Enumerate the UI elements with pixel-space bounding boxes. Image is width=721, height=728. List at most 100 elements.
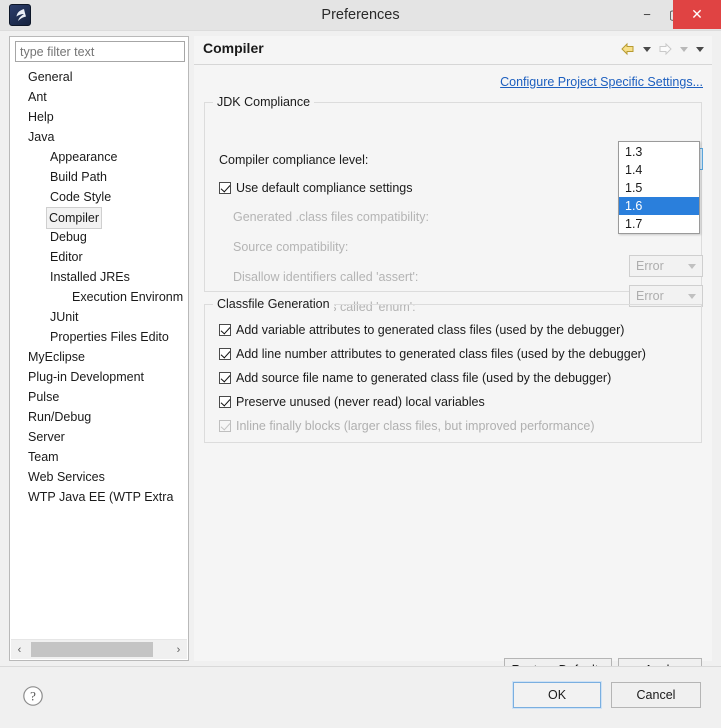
scroll-left-icon[interactable]: ‹ xyxy=(11,640,28,659)
search-input[interactable] xyxy=(15,41,185,62)
sidebar-item-code-style[interactable]: Code Style xyxy=(11,187,187,207)
help-question-icon[interactable]: ? xyxy=(22,685,44,707)
sidebar-item-label: MyEclipse xyxy=(28,350,85,364)
sidebar-item-web-services[interactable]: Web Services xyxy=(11,467,187,487)
checkbox-box xyxy=(219,182,231,194)
checkbox-label: Add source file name to generated class … xyxy=(236,371,612,385)
sidebar-item-team[interactable]: Team xyxy=(11,447,187,467)
sidebar-item-label: Plug-in Development xyxy=(28,370,145,384)
sidebar-item-label: Installed JREs xyxy=(50,270,130,284)
ok-button[interactable]: OK xyxy=(512,681,602,709)
sidebar-item-properties-files-edito[interactable]: Properties Files Edito xyxy=(11,327,187,347)
scroll-right-icon[interactable]: › xyxy=(170,640,187,659)
configure-project-specific-settings-link[interactable]: Configure Project Specific Settings... xyxy=(500,75,703,89)
dialog-footer: ? OK Cancel xyxy=(0,666,721,728)
sidebar-item-label: WTP Java EE (WTP Extra xyxy=(28,490,174,504)
group-legend: JDK Compliance xyxy=(213,95,315,109)
sidebar-item-label: Web Services xyxy=(28,470,105,484)
sidebar-item-help[interactable]: Help xyxy=(11,107,187,127)
page-header: Compiler xyxy=(194,36,712,65)
disallow-assert-combo: Error xyxy=(629,255,703,277)
sidebar-item-general[interactable]: General xyxy=(11,67,187,87)
sidebar-item-label: Code Style xyxy=(50,190,112,204)
sidebar-item-plug-in-development[interactable]: Plug-in Development xyxy=(11,367,187,387)
use-default-compliance-settings-checkbox[interactable]: Use default compliance settings xyxy=(219,181,412,195)
dropdown-option[interactable]: 1.3 xyxy=(619,143,699,161)
checkbox-box xyxy=(219,420,231,432)
sidebar-item-label: Properties Files Edito xyxy=(50,330,169,344)
sidebar-item-label: Appearance xyxy=(50,150,118,164)
sidebar-item-debug[interactable]: Debug xyxy=(11,227,187,247)
checkbox-label: Use default compliance settings xyxy=(236,181,413,195)
sidebar-item-appearance[interactable]: Appearance xyxy=(11,147,187,167)
classfile-option-checkbox[interactable]: Add source file name to generated class … xyxy=(219,371,611,385)
classfile-option-checkbox[interactable]: Add variable attributes to generated cla… xyxy=(219,323,624,337)
sidebar-item-label: Build Path xyxy=(50,170,107,184)
preferences-tree[interactable]: General Ant Help Java Appearance Build Path Co… xyxy=(11,67,187,639)
sidebar-item-myeclipse[interactable]: MyEclipse xyxy=(11,347,187,367)
disallow-assert-value: Error xyxy=(636,259,664,273)
back-history-dropdown[interactable] xyxy=(640,41,653,58)
sidebar-item-label: Team xyxy=(28,450,59,464)
close-button[interactable]: ✕ xyxy=(673,0,721,29)
forward-history-dropdown[interactable] xyxy=(677,41,690,58)
chevron-down-icon xyxy=(679,47,688,52)
view-menu-button[interactable] xyxy=(693,41,706,58)
title-bar: Preferences − ▢ ✕ xyxy=(0,0,721,31)
chevron-down-icon xyxy=(642,47,651,52)
svg-text:?: ? xyxy=(30,689,36,704)
sidebar-item-label: Help xyxy=(28,110,54,124)
dropdown-option[interactable]: 1.5 xyxy=(619,179,699,197)
checkbox-box xyxy=(219,348,231,360)
disallow-enum-value: Error xyxy=(636,289,664,303)
compliance-level-dropdown-list[interactable]: 1.3 1.4 1.5 1.6 1.7 xyxy=(618,141,700,234)
tree-horizontal-scrollbar[interactable]: ‹ › xyxy=(11,639,187,659)
close-icon: ✕ xyxy=(691,6,703,22)
sidebar-item-label: Compiler xyxy=(46,207,103,229)
checkbox-box xyxy=(219,396,231,408)
sidebar-item-build-path[interactable]: Build Path xyxy=(11,167,187,187)
sidebar-item-label: Debug xyxy=(50,230,87,244)
sidebar-item-label: Execution Environm xyxy=(72,290,184,304)
sidebar-item-ant[interactable]: Ant xyxy=(11,87,187,107)
chevron-down-icon xyxy=(688,294,696,299)
preferences-tree-panel: General Ant Help Java Appearance Build Path Co… xyxy=(9,36,189,661)
source-compatibility-label: Source compatibility: xyxy=(233,240,349,254)
sidebar-item-compiler[interactable]: Compiler xyxy=(11,207,187,229)
sidebar-item-label: Run/Debug xyxy=(28,410,92,424)
sidebar-item-java[interactable]: Java xyxy=(11,127,187,147)
checkbox-label: Add variable attributes to generated cla… xyxy=(236,323,625,337)
scrollbar-thumb[interactable] xyxy=(31,642,153,657)
preference-page: Compiler Configure Project Specific Sett… xyxy=(194,36,712,682)
checkbox-box xyxy=(219,324,231,336)
cancel-button[interactable]: Cancel xyxy=(611,682,701,708)
sidebar-item-label: Ant xyxy=(28,90,47,104)
dropdown-option[interactable]: 1.6 xyxy=(619,197,699,215)
dropdown-option[interactable]: 1.7 xyxy=(619,215,699,233)
sidebar-item-run-debug[interactable]: Run/Debug xyxy=(11,407,187,427)
sidebar-item-pulse[interactable]: Pulse xyxy=(11,387,187,407)
chevron-down-icon xyxy=(695,47,704,52)
dropdown-option[interactable]: 1.4 xyxy=(619,161,699,179)
sidebar-item-label: General xyxy=(28,70,73,84)
checkbox-label: Add line number attributes to generated … xyxy=(236,347,646,361)
classfile-option-checkbox[interactable]: Add line number attributes to generated … xyxy=(219,347,646,361)
classfile-option-checkbox[interactable]: Preserve unused (never read) local varia… xyxy=(219,395,485,409)
generated-class-files-compatibility-label: Generated .class files compatibility: xyxy=(233,210,429,224)
forward-arrow-icon xyxy=(656,41,674,58)
checkbox-box xyxy=(219,372,231,384)
sidebar-item-execution-environm[interactable]: Execution Environm xyxy=(11,287,187,307)
group-legend: Classfile Generation xyxy=(213,297,334,311)
back-arrow-icon[interactable] xyxy=(619,41,637,58)
chevron-down-icon xyxy=(688,264,696,269)
sidebar-item-wtp-java-ee-wtp-extra[interactable]: WTP Java EE (WTP Extra xyxy=(11,487,187,507)
sidebar-item-installed-jres[interactable]: Installed JREs xyxy=(11,267,187,287)
page-title: Compiler xyxy=(203,40,264,56)
sidebar-item-label: Java xyxy=(28,130,55,144)
sidebar-item-label: Pulse xyxy=(28,390,60,404)
sidebar-item-editor[interactable]: Editor xyxy=(11,247,187,267)
sidebar-item-label: Server xyxy=(28,430,65,444)
sidebar-item-server[interactable]: Server xyxy=(11,427,187,447)
sidebar-item-junit[interactable]: JUnit xyxy=(11,307,187,327)
sidebar-item-label: JUnit xyxy=(50,310,79,324)
